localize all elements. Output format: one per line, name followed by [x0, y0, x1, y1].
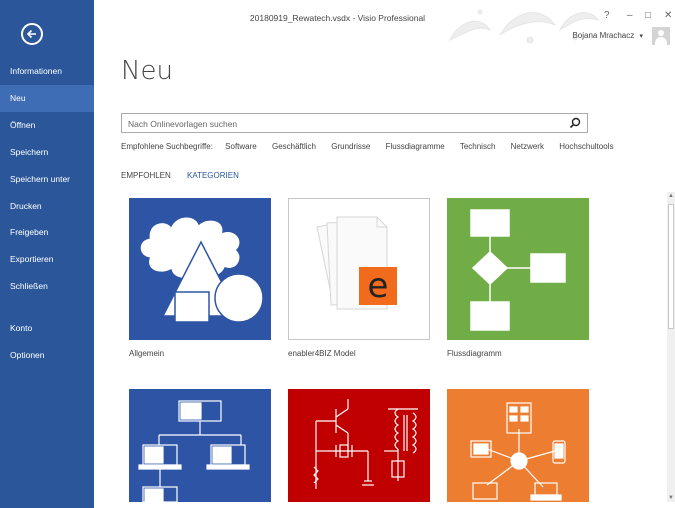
page-title: Neu — [121, 56, 173, 86]
nav-item-oeffnen[interactable]: Öffnen — [0, 112, 94, 139]
search-input[interactable] — [122, 115, 568, 133]
enabler-logo-letter: e — [368, 266, 389, 306]
minimize-button[interactable]: – — [627, 10, 633, 21]
help-button[interactable]: ? — [604, 10, 610, 21]
back-arrow-icon — [26, 29, 36, 39]
tab-empfohlen[interactable]: EMPFOHLEN — [121, 171, 171, 180]
nav-item-schliessen[interactable]: Schließen — [0, 273, 94, 300]
backstage-sidebar: Informationen Neu Öffnen Speichern Speic… — [0, 0, 94, 508]
search-box — [121, 113, 588, 133]
template-label-flussdiagramm: Flussdiagramm — [447, 349, 502, 358]
suggested-term-software[interactable]: Software — [225, 142, 257, 151]
enabler-document-thumbnail: e — [316, 216, 397, 310]
nav-item-speichern-unter[interactable]: Speichern unter — [0, 166, 94, 193]
suggested-term-hochschultools[interactable]: Hochschultools — [559, 142, 613, 151]
scroll-up-icon[interactable]: ▲ — [667, 192, 675, 200]
template-tile-flussdiagramm[interactable] — [447, 198, 589, 340]
suggested-term-geschaeftlich[interactable]: Geschäftlich — [272, 142, 316, 151]
window-title: 20180919_Rewatech.vsdx - Visio Professio… — [249, 13, 426, 23]
devices-thumbnail — [470, 402, 566, 501]
scroll-thumb[interactable] — [668, 204, 674, 329]
chevron-down-icon: ▾ — [639, 33, 643, 40]
nav-item-speichern[interactable]: Speichern — [0, 139, 94, 166]
suggested-term-technisch[interactable]: Technisch — [460, 142, 496, 151]
close-button[interactable]: ✕ — [664, 10, 672, 21]
template-label-allgemein: Allgemein — [129, 349, 165, 358]
nav-item-konto[interactable]: Konto — [0, 315, 94, 342]
scroll-down-icon[interactable]: ▼ — [667, 494, 675, 502]
template-label-enabler4biz: enabler4BIZ Model — [288, 349, 356, 358]
template-tile-allgemein[interactable] — [129, 198, 271, 340]
circuit-thumbnail — [313, 399, 418, 489]
template-tile-network[interactable] — [129, 389, 271, 502]
flowchart-thumbnail — [470, 209, 566, 331]
nav-item-neu[interactable]: Neu — [0, 85, 94, 112]
nav-item-optionen[interactable]: Optionen — [0, 342, 94, 369]
nav-item-exportieren[interactable]: Exportieren — [0, 246, 94, 273]
general-shapes-thumbnail — [139, 216, 264, 323]
vertical-scrollbar[interactable]: ▲ ▼ — [667, 192, 675, 502]
suggested-searches: Empfohlene Suchbegriffe: Software Geschä… — [121, 142, 626, 151]
search-icon[interactable] — [569, 117, 581, 129]
nav-item-freigeben[interactable]: Freigeben — [0, 219, 94, 246]
tab-kategorien[interactable]: KATEGORIEN — [187, 171, 239, 180]
suggested-term-netzwerk[interactable]: Netzwerk — [511, 142, 544, 151]
avatar-body — [655, 37, 667, 45]
user-account[interactable]: Bojana Mrachacz ▾ — [572, 31, 643, 40]
nav-item-drucken[interactable]: Drucken — [0, 193, 94, 220]
suggested-label: Empfohlene Suchbegriffe: — [121, 142, 213, 151]
avatar-head — [658, 30, 664, 36]
avatar[interactable] — [652, 27, 670, 45]
suggested-term-grundrisse[interactable]: Grundrisse — [331, 142, 370, 151]
restore-button[interactable]: □ — [645, 10, 651, 21]
template-tile-enabler4biz[interactable]: e — [288, 198, 430, 340]
user-name: Bojana Mrachacz — [572, 31, 635, 40]
back-button[interactable] — [21, 23, 43, 45]
nav-item-informationen[interactable]: Informationen — [0, 58, 94, 85]
laptop-network-thumbnail — [138, 400, 250, 502]
suggested-term-flussdiagramme[interactable]: Flussdiagramme — [386, 142, 445, 151]
template-tile-devices[interactable] — [447, 389, 589, 502]
template-tile-electrical[interactable] — [288, 389, 430, 502]
